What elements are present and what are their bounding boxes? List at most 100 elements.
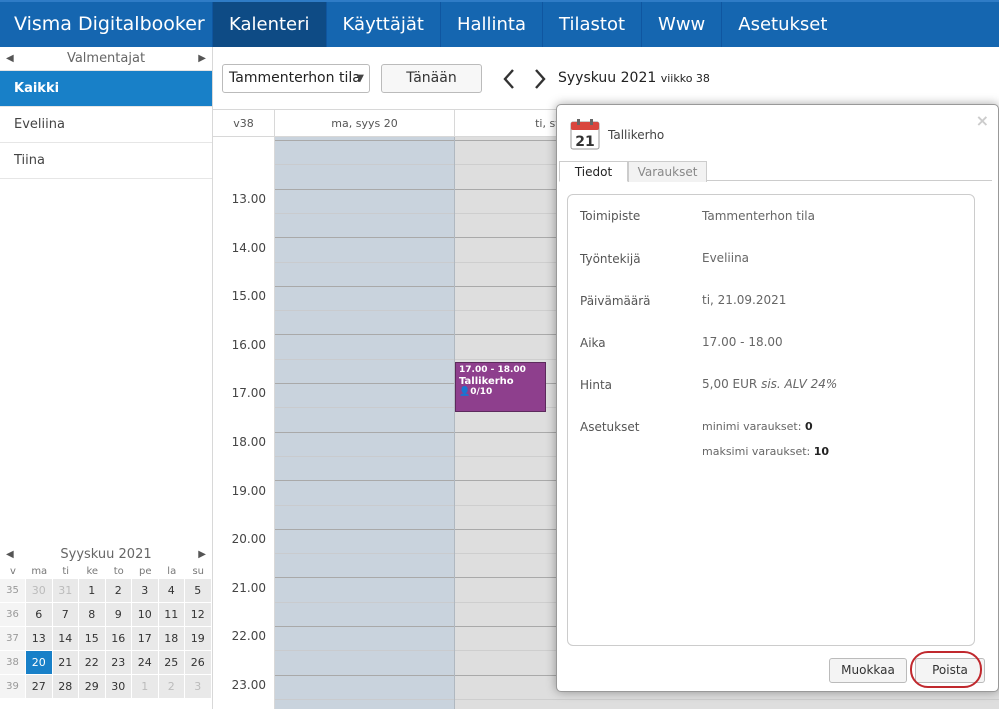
calendar-day[interactable]: 5 [185,579,212,603]
event-participants: 👤0/10 [459,387,542,398]
nav-tab-www[interactable]: Www [641,2,721,47]
chevron-right-icon[interactable] [531,66,549,92]
grid-line [275,286,454,287]
weekday-header: su [192,566,205,577]
calendar-day[interactable]: 9 [105,603,132,627]
today-button[interactable]: Tänään [381,64,482,93]
calendar-day[interactable]: 30 [105,675,132,699]
calendar-day[interactable]: 4 [158,579,185,603]
calendar-day[interactable]: 14 [52,627,79,651]
time-label: 17.00 [231,386,266,401]
calendar-day[interactable]: 16 [105,627,132,651]
calendar-day[interactable]: 2 [105,579,132,603]
weekday-header: v [10,566,16,577]
day-column-monday[interactable] [275,137,455,709]
top-navigation: Visma Digitalbooker Kalenteri Käyttäjät … [0,0,999,47]
nav-tab-settings[interactable]: Asetukset [721,2,843,47]
location-select[interactable]: Tammenterhon tila ▼ [222,64,370,93]
next-coach-icon[interactable]: ▶ [198,53,206,64]
highlight-circle [910,651,982,688]
calendar-day[interactable]: 13 [26,627,53,651]
grid-line [275,602,454,603]
location-label: Toimipiste [580,209,641,223]
nav-tab-users[interactable]: Käyttäjät [325,2,440,47]
grid-line [275,164,454,165]
calendar-day[interactable]: 2 [158,675,185,699]
calendar-day[interactable]: 23 [105,651,132,675]
calendar-day[interactable]: 26 [185,651,212,675]
grid-line [275,310,454,311]
calendar-day[interactable]: 15 [79,627,106,651]
calendar-icon: 21 [570,119,600,150]
weekday-header: pe [139,566,152,577]
price-label: Hinta [580,378,613,392]
calendar-day[interactable]: 1 [132,675,159,699]
settings-label: Asetukset [580,420,640,434]
grid-line [275,577,454,578]
time-label: 16.00 [231,337,266,352]
calendar-day[interactable]: 3 [185,675,212,699]
popup-tabs: Tiedot Varaukset [559,161,992,182]
min-reservations-label: minimi varaukset: [702,420,802,433]
calendar-day[interactable]: 11 [158,603,185,627]
tab-reservations[interactable]: Varaukset [628,161,707,182]
calendar-day[interactable]: 31 [52,579,79,603]
calendar-day[interactable]: 25 [158,651,185,675]
calendar-day[interactable]: 28 [52,675,79,699]
calendar-day[interactable]: 10 [132,603,159,627]
time-label: 18.00 [231,435,266,449]
sidebar: ◀ Valmentajat ▶ Kaikki Eveliina Tiina ◀ … [0,47,213,709]
weekday-header: ti [62,566,70,577]
calendar-day[interactable]: 3 [132,579,159,603]
nav-tab-admin[interactable]: Hallinta [439,2,542,47]
grid-line [275,529,454,530]
grid-line [455,699,999,700]
calendar-day[interactable]: 17 [132,627,159,651]
chevron-left-icon[interactable] [500,66,518,92]
grid-line [275,432,454,433]
month-label: Syyskuu 2021 [558,70,657,86]
time-value: 17.00 - 18.00 [702,335,783,349]
week-label: viikko 38 [660,72,710,85]
calendar-day[interactable]: 29 [79,675,106,699]
time-label: 14.00 [231,240,266,255]
grid-line [275,334,454,335]
nav-tab-statistics[interactable]: Tilastot [542,2,641,47]
time-label: 22.00 [231,629,266,644]
next-month-icon[interactable]: ▶ [198,549,206,560]
calendar-day[interactable]: 30 [26,579,53,603]
calendar-day[interactable]: 1 [79,579,106,603]
calendar-day[interactable]: 20 [26,651,53,675]
grid-line [275,237,454,238]
coach-item-eveliina[interactable]: Eveliina [0,107,212,143]
calendar-day[interactable]: 24 [132,651,159,675]
calendar-day[interactable]: 6 [26,603,53,627]
time-label: 13.00 [231,192,266,206]
calendar-event[interactable]: 17.00 - 18.00 Tallikerho 👤0/10 [455,362,546,412]
close-icon[interactable]: × [976,111,989,130]
details-panel: Toimipiste Tammenterhon tila Työntekijä … [567,194,975,646]
calendar-icon-day: 21 [575,134,594,150]
tab-details[interactable]: Tiedot [559,161,628,182]
calendar-day[interactable]: 12 [185,603,212,627]
calendar-day[interactable]: 18 [158,627,185,651]
calendar-day[interactable]: 21 [52,651,79,675]
prev-coach-icon[interactable]: ◀ [6,53,14,64]
max-reservations-label: maksimi varaukset: [702,445,811,458]
grid-line [275,456,454,457]
calendar-day[interactable]: 8 [79,603,106,627]
calendar-day[interactable]: 22 [79,651,106,675]
weekday-header: la [167,566,177,577]
calendar-day[interactable]: 19 [185,627,212,651]
location-value: Tammenterhon tila [702,209,815,223]
calendar-day[interactable]: 7 [52,603,79,627]
min-reservations: minimi varaukset: 0 [702,420,813,433]
weekday-header: ma [31,566,48,577]
calendar-day[interactable]: 27 [26,675,53,699]
coach-item-all[interactable]: Kaikki [0,71,212,107]
nav-tab-calendar[interactable]: Kalenteri [212,2,326,47]
coach-item-tiina[interactable]: Tiina [0,143,212,179]
edit-button[interactable]: Muokkaa [829,658,907,683]
time-label: 21.00 [231,580,266,595]
prev-month-icon[interactable]: ◀ [6,549,14,560]
